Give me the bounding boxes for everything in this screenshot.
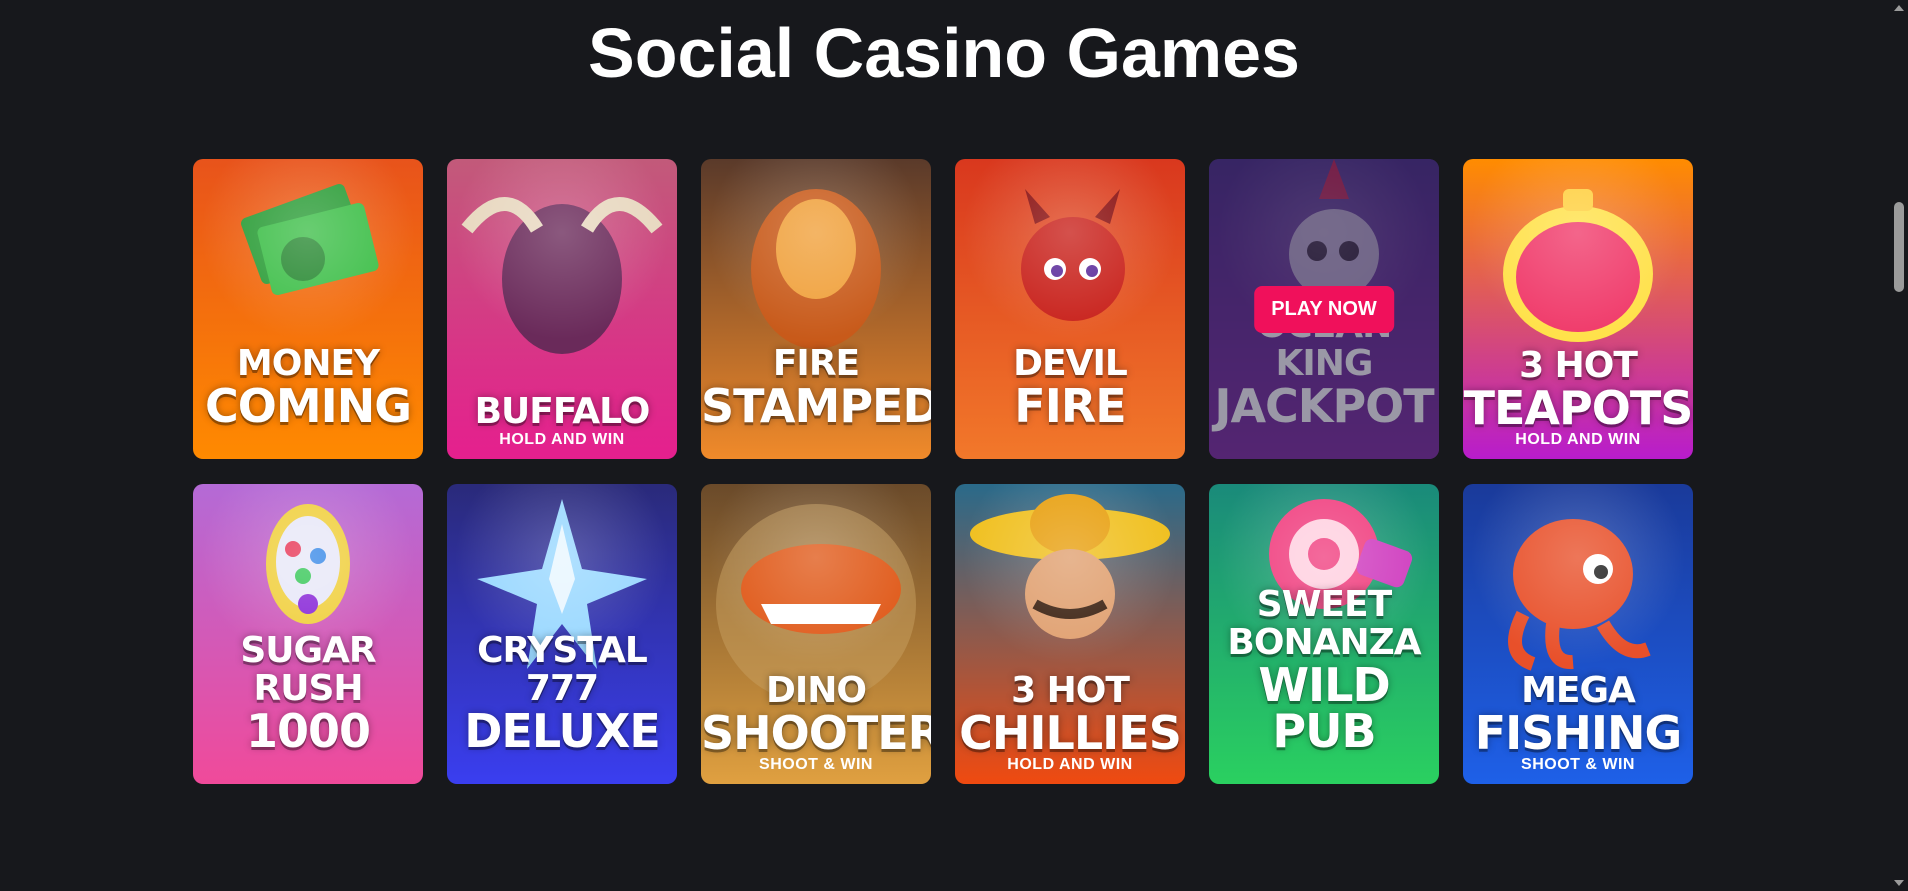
game-subtitle: HOLD AND WIN [1515,431,1641,448]
game-title: 3 HOT TEAPOTS [1463,345,1693,435]
game-title: FIRESTAMPEDE [701,343,931,433]
game-title: SWEET BONANZA WILD PUB [1209,584,1439,758]
game-title-line2: STAMPEDE [701,379,931,433]
game-title-line1: MEGA [1521,670,1636,711]
scroll-down-arrow-icon[interactable] [1894,880,1904,886]
game-card[interactable]: SUGAR RUSH 1000 [193,484,423,784]
game-title: DEVIL FIRE [955,343,1185,433]
game-title-line2: CHILLIES [959,706,1182,760]
game-title: DINO SHOOTER [701,670,931,760]
game-title-line2: JACKPOT [1214,379,1434,433]
game-card[interactable]: CRYSTAL 777 DELUXE [447,484,677,784]
game-title-line1: DEVIL [1013,343,1128,384]
game-title: MEGA FISHING [1463,670,1693,760]
game-title-line2: TEAPOTS [1463,381,1693,435]
game-card[interactable]: SWEET BONANZA WILD PUB [1209,484,1439,784]
game-title: BUFFALO [447,393,677,431]
game-title-line2: 1000 [245,704,371,758]
game-card[interactable]: OCEAN KINGJACKPOTPLAY NOW [1209,159,1439,459]
game-title: 3 HOT CHILLIES [955,670,1185,760]
games-grid: MONEY COMING BUFFALO HOLD AND WIN FIRE STAMPE… [193,159,1693,784]
game-title-line1: SWEET BONANZA [1227,584,1421,663]
scroll-thumb[interactable] [1894,202,1904,292]
game-card[interactable]: MEGA FISHING SHOOT & WIN [1463,484,1693,784]
game-title-line1: DINO [765,670,867,711]
game-title-line1: CRYSTAL 777 [477,630,648,709]
game-title-line2: FISHING [1474,706,1683,760]
game-card[interactable]: MONEY COMING [193,159,423,459]
game-card[interactable]: 3 HOT CHILLIES HOLD AND WIN [955,484,1185,784]
game-title: SUGAR RUSH 1000 [193,630,423,758]
game-title-line1: BUFFALO [474,391,651,432]
game-title-line2: FIRE [1014,379,1126,433]
game-subtitle: SHOOT & WIN [1521,756,1635,773]
game-title-line2: COMING [204,379,412,433]
scrollbar[interactable] [1890,0,1908,891]
play-now-button[interactable]: PLAY NOW [1254,286,1394,333]
game-subtitle: HOLD AND WIN [499,431,625,448]
page-title: Social Casino Games [588,14,1300,92]
game-title-line2: WILD PUB [1258,658,1390,758]
game-subtitle: HOLD AND WIN [1007,756,1133,773]
game-card[interactable]: BUFFALO HOLD AND WIN [447,159,677,459]
game-title: MONEY COMING [193,343,423,433]
game-title-line1: 3 HOT [1011,670,1130,711]
game-title-line1: FIRE [772,343,860,384]
game-title-line2: SHOOTER [701,706,931,760]
game-title-line1: SUGAR RUSH [240,630,376,709]
game-card[interactable]: DINO SHOOTER SHOOT & WIN [701,484,931,784]
game-card[interactable]: FIRESTAMPEDE [701,159,931,459]
game-title-line2: DELUXE [464,704,661,758]
scroll-up-arrow-icon[interactable] [1894,5,1904,11]
game-title-line1: 3 HOT [1519,345,1638,386]
game-card[interactable]: DEVIL FIRE [955,159,1185,459]
game-title: CRYSTAL 777 DELUXE [447,630,677,758]
game-card[interactable]: 3 HOT TEAPOTS HOLD AND WIN [1463,159,1693,459]
game-title-line1: MONEY [236,343,380,384]
game-subtitle: SHOOT & WIN [759,756,873,773]
